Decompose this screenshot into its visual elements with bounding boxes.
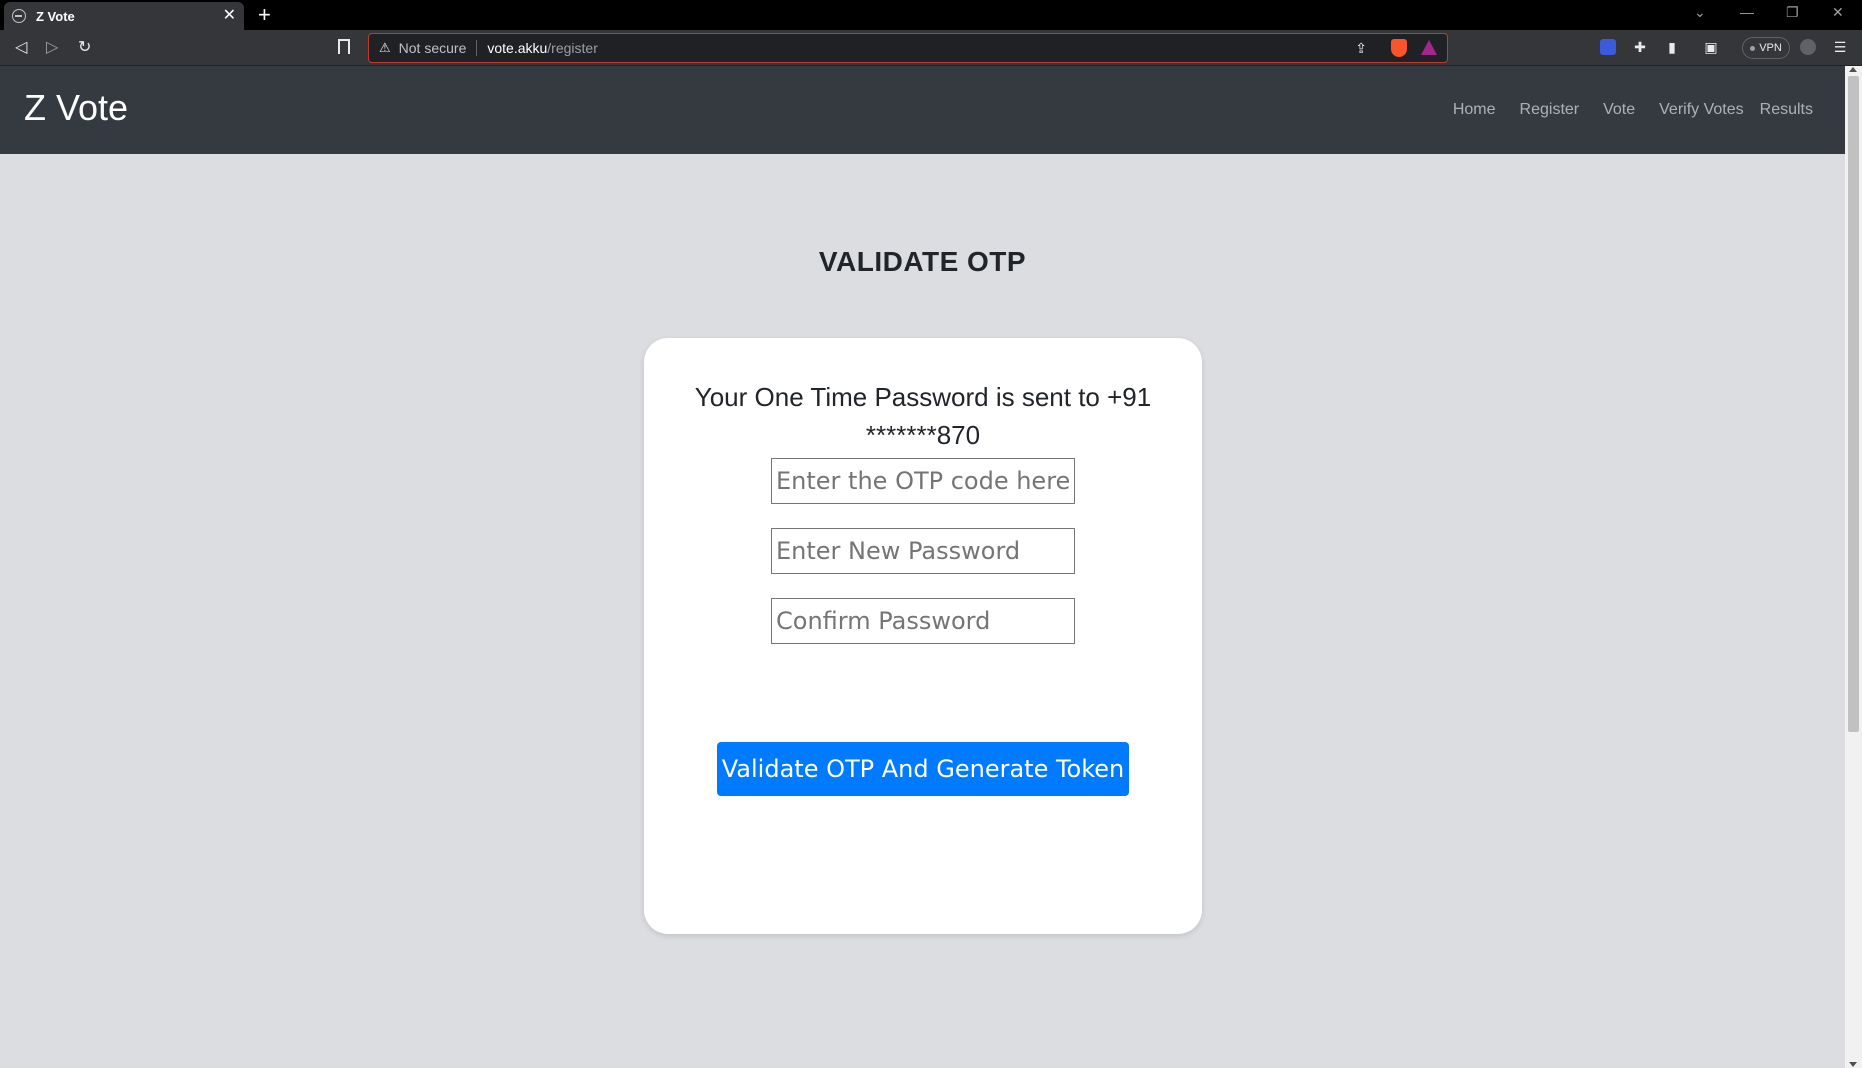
otp-input[interactable] [771, 458, 1075, 504]
reload-icon[interactable]: ↻ [78, 38, 91, 58]
nav-link-verify-votes[interactable]: Verify Votes [1651, 100, 1752, 120]
close-window-icon[interactable]: ✕ [1832, 4, 1844, 21]
vpn-status-icon [1750, 45, 1756, 51]
browser-tab[interactable]: Z Vote ✕ [4, 2, 244, 30]
otp-card: Your One Time Password is sent to +91 **… [644, 338, 1202, 934]
bookmark-icon[interactable] [338, 39, 350, 54]
back-icon[interactable]: ◁ [15, 38, 27, 58]
wallet-icon[interactable]: ▣ [1703, 39, 1719, 55]
otp-sent-message: Your One Time Password is sent to +91 **… [694, 382, 1152, 450]
minimize-icon[interactable]: — [1740, 4, 1754, 20]
site-brand[interactable]: Z Vote [24, 86, 128, 130]
site-navbar: Z Vote Home Register Vote Verify Votes R… [0, 66, 1845, 154]
new-tab-button[interactable]: + [258, 3, 271, 27]
scrollbar-thumb[interactable] [1848, 76, 1859, 732]
restore-icon[interactable]: ❐ [1786, 4, 1799, 21]
warning-icon: ⚠ [379, 40, 391, 55]
nav-link-register[interactable]: Register [1512, 100, 1588, 120]
browser-tab-strip: Z Vote ✕ + ⌄ — ❐ ✕ [0, 0, 1862, 30]
nav-link-results[interactable]: Results [1752, 100, 1821, 120]
divider [476, 40, 478, 56]
page-viewport: Z Vote Home Register Vote Verify Votes R… [0, 66, 1862, 1068]
share-icon[interactable]: ⇪ [1355, 40, 1367, 57]
profile-avatar-icon[interactable] [1800, 39, 1816, 55]
brave-shields-icon[interactable] [1391, 39, 1407, 57]
browser-toolbar: ◁ ▷ ↻ ⚠ Not secure vote.akku /register ⇪… [0, 30, 1862, 66]
page-title: VALIDATE OTP [818, 246, 1027, 277]
menu-icon[interactable]: ☰ [1832, 39, 1848, 55]
tab-title: Z Vote [36, 8, 75, 24]
vpn-button[interactable]: VPN [1742, 37, 1790, 59]
forward-icon[interactable]: ▷ [46, 38, 58, 58]
security-label: Not secure [398, 40, 467, 56]
nav-link-vote[interactable]: Vote [1595, 100, 1643, 120]
new-password-input[interactable] [771, 528, 1075, 574]
page-scrollbar[interactable] [1845, 66, 1862, 1068]
nav-links: Home Register Vote Verify Votes Results [1445, 100, 1821, 120]
vpn-label: VPN [1759, 42, 1782, 54]
globe-icon [12, 9, 26, 23]
nav-link-home[interactable]: Home [1445, 100, 1504, 120]
brave-rewards-icon[interactable] [1421, 40, 1437, 55]
confirm-password-input[interactable] [771, 598, 1075, 644]
extensions-icon[interactable]: ✚ [1632, 39, 1648, 55]
sidebar-icon[interactable]: ▮ [1664, 39, 1680, 55]
address-bar[interactable]: ⚠ Not secure vote.akku /register ⇪ [368, 33, 1448, 63]
tab-search-icon[interactable]: ⌄ [1694, 4, 1706, 21]
scroll-down-icon[interactable] [1849, 1062, 1857, 1067]
validate-otp-button[interactable]: Validate OTP And Generate Token [717, 742, 1129, 796]
url-host: vote.akku [487, 40, 548, 56]
url-path: /register [547, 40, 598, 56]
scroll-up-icon[interactable] [1849, 67, 1857, 72]
bitwarden-icon[interactable] [1600, 39, 1616, 55]
close-tab-icon[interactable]: ✕ [223, 8, 236, 24]
